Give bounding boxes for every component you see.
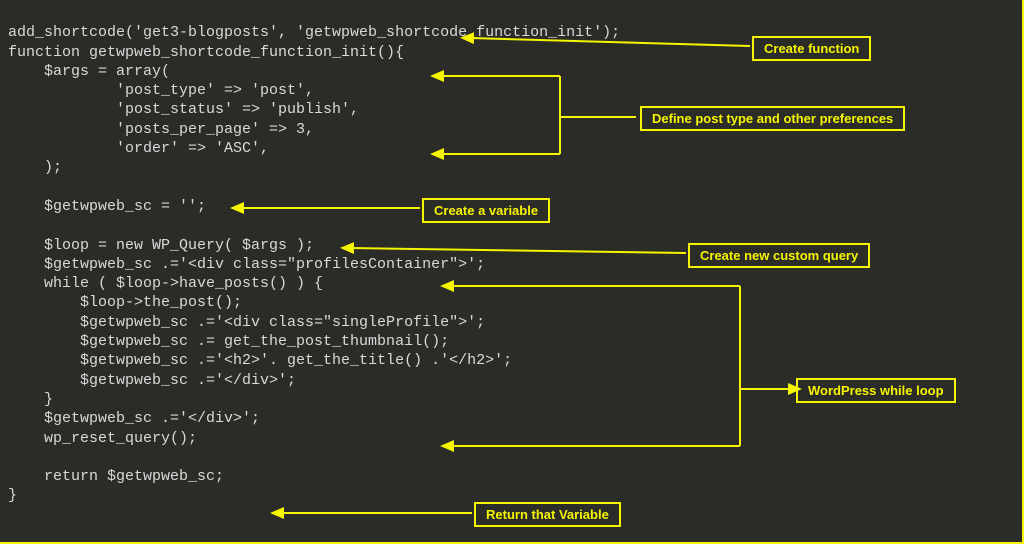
code-line: return $getwpweb_sc; [8,468,224,485]
code-block: add_shortcode('get3-blogposts', 'getwpwe… [0,0,1024,544]
code-line: $loop->the_post(); [8,294,242,311]
code-line: function getwpweb_shortcode_function_ini… [8,44,404,61]
code-line: $args = array( [8,63,170,80]
code-line: while ( $loop->have_posts() ) { [8,275,323,292]
annotation-create-function: Create function [752,36,871,61]
annotation-while-loop: WordPress while loop [796,378,956,403]
annotation-create-variable: Create a variable [422,198,550,223]
code-line: ); [8,159,62,176]
code-line: 'post_type' => 'post', [8,82,314,99]
code-line: } [8,391,53,408]
annotation-define-post-type: Define post type and other preferences [640,106,905,131]
code-line: $getwpweb_sc .= get_the_post_thumbnail()… [8,333,449,350]
code-line: $getwpweb_sc .='</div>'; [8,410,260,427]
code-line: $getwpweb_sc .='<div class="profilesCont… [8,256,485,273]
code-line: 'post_status' => 'publish', [8,101,359,118]
code-line: add_shortcode('get3-blogposts', 'getwpwe… [8,24,620,41]
code-line: 'posts_per_page' => 3, [8,121,314,138]
code-line: $loop = new WP_Query( $args ); [8,237,314,254]
code-line: } [8,487,17,504]
code-line: 'order' => 'ASC', [8,140,269,157]
code-line: $getwpweb_sc = ''; [8,198,206,215]
annotation-return-variable: Return that Variable [474,502,621,527]
code-line: $getwpweb_sc .='</div>'; [8,372,296,389]
code-line: wp_reset_query(); [8,430,197,447]
annotation-custom-query: Create new custom query [688,243,870,268]
code-line: $getwpweb_sc .='<div class="singleProfil… [8,314,485,331]
code-line: $getwpweb_sc .='<h2>'. get_the_title() .… [8,352,512,369]
